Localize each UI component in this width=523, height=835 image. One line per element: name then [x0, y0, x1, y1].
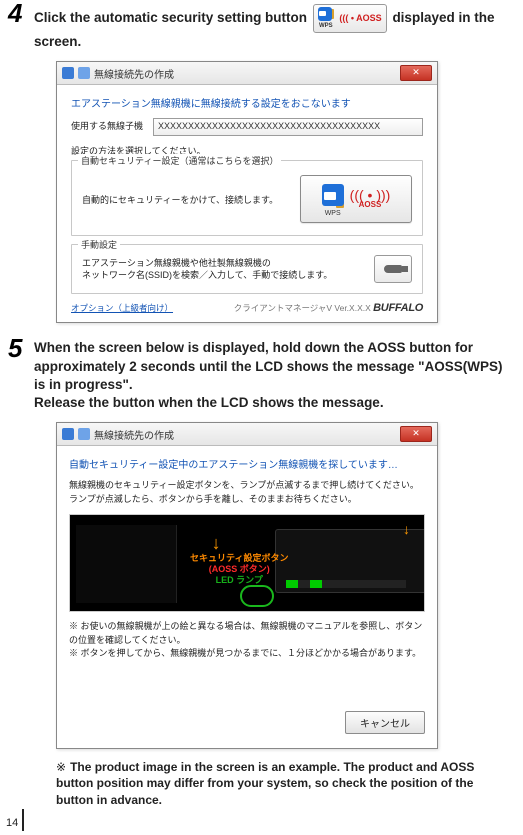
dialog2-note1: ※ お使いの無線親機が上の絵と異なる場合は、無線親機のマニュアルを参照し、ボタン… — [69, 620, 425, 647]
wps-icon — [318, 7, 332, 21]
dialog1-heading: エアステーション無線親機に無線接続する設定をおこないます — [71, 95, 423, 110]
cancel-button[interactable]: キャンセル — [345, 711, 425, 734]
aoss-wave-icon: ((( • — [339, 13, 354, 23]
dialog1-title: 無線接続先の作成 — [94, 66, 174, 81]
callout-labels: セキュリティ設定ボタン (AOSS ボタン) LED ランプ — [190, 553, 288, 585]
auto-security-groupbox: 自動セキュリティー設定（通常はこちらを選択） 自動的にセキュリティーをかけて、接… — [71, 160, 423, 236]
auto-security-button[interactable]: WPS ((( • ))) AOSS — [300, 175, 412, 223]
router-led-strip — [286, 580, 406, 588]
client-manager-version: クライアントマネージャV Ver.X.X.X — [234, 303, 371, 313]
wps-label: WPS — [319, 22, 333, 30]
aoss-wave-big-icon: ((( • ))) — [350, 190, 391, 200]
auto-group-title: 自動セキュリティー設定（通常はこちらを選択） — [78, 154, 281, 167]
auto-security-text: 自動的にセキュリティーをかけて、接続します。 — [82, 193, 300, 206]
aoss-label-inline: ((( • AOSS — [339, 12, 381, 24]
dialog2-instr-l1: 無線親機のセキュリティー設定ボタンを、ランプが点滅するまで押し続けてください。 — [69, 480, 419, 490]
inline-aoss-wps-button: WPS ((( • AOSS — [313, 4, 387, 33]
callout-security-button: セキュリティ設定ボタン — [190, 553, 288, 564]
dialog-create-wireless-connection-2: 無線接続先の作成 ✕ 自動セキュリティー設定中のエアステーション無線親機を探して… — [56, 422, 438, 749]
wps-icon-big — [322, 184, 344, 206]
app-icon — [62, 67, 74, 79]
post-note-text: The product image in the screen is an ex… — [56, 760, 474, 808]
dialog2-heading: 自動セキュリティー設定中のエアステーション無線親機を探しています… — [69, 456, 425, 471]
post-note: ※The product image in the screen is an e… — [56, 759, 505, 809]
titlebar: 無線接続先の作成 ✕ — [57, 62, 437, 85]
device-select[interactable]: XXXXXXXXXXXXXXXXXXXXXXXXXXXXXXXXXXXXX — [153, 118, 423, 136]
aoss-text: AOSS — [356, 13, 382, 23]
manual-connect-button[interactable] — [374, 255, 412, 283]
close-button-2[interactable]: ✕ — [400, 426, 432, 442]
note-mark: ※ — [56, 760, 66, 774]
dialog2-instr-l2: ランプが点滅したら、ボタンから手を離し、そのままお待ちください。 — [69, 494, 357, 504]
step4-instruction: Click the automatic security setting but… — [34, 4, 505, 51]
step-number-4: 4 — [8, 0, 22, 29]
manual-text-l1: エアステーション無線親機や他社製無線親機の — [82, 258, 271, 268]
dialog2-notes: ※ お使いの無線親機が上の絵と異なる場合は、無線親機のマニュアルを参照し、ボタン… — [69, 620, 425, 661]
manual-text-l2: ネットワーク名(SSID)を検索／入力して、手動で接続します。 — [82, 270, 332, 280]
step5-instruction: When the screen below is displayed, hold… — [34, 339, 505, 412]
callout-aoss-button: (AOSS ボタン) — [190, 564, 288, 575]
callout-arrow-icon-2: ↓ — [403, 521, 410, 537]
manual-group-title: 手動設定 — [78, 238, 120, 251]
step-number-5: 5 — [8, 333, 22, 364]
dialog-create-wireless-connection-1: 無線接続先の作成 ✕ エアステーション無線親機に無線接続する設定をおこないます … — [56, 61, 438, 323]
callout-led-lamp: LED ランプ — [190, 575, 288, 586]
options-advanced-link[interactable]: オプション（上級者向け） — [71, 302, 173, 314]
app-icon-2 — [62, 428, 74, 440]
dialog2-instructions: 無線親機のセキュリティー設定ボタンを、ランプが点滅するまで押し続けてください。 … — [69, 479, 425, 506]
page-number-bar — [22, 809, 24, 831]
device-label: 使用する無線子機 — [71, 119, 143, 132]
app-icon-secondary-2 — [78, 428, 90, 440]
close-button[interactable]: ✕ — [400, 65, 432, 81]
callout-arrow-icon: ↓ — [212, 533, 221, 554]
router-body — [275, 529, 425, 593]
key-icon — [384, 265, 402, 273]
step4-text-before: Click the automatic security setting but… — [34, 10, 307, 25]
buffalo-logo: BUFFALO — [373, 302, 423, 314]
dialog2-note2: ※ ボタンを押してから、無線親機が見つかるまでに、１分ほどかかる場合があります。 — [69, 647, 425, 661]
page-number: 14 — [6, 817, 18, 829]
app-icon-secondary — [78, 67, 90, 79]
led-highlight-circle — [240, 585, 274, 607]
titlebar-2: 無線接続先の作成 ✕ — [57, 423, 437, 446]
aoss-label-big: AOSS — [359, 200, 382, 209]
router-illustration: ↓ ↓ セキュリティ設定ボタン (AOSS ボタン) LED ランプ — [69, 514, 425, 612]
router-side-panel — [76, 525, 177, 603]
manual-text: エアステーション無線親機や他社製無線親機の ネットワーク名(SSID)を検索／入… — [82, 257, 332, 282]
wps-label-big: WPS — [325, 210, 341, 217]
dialog2-title: 無線接続先の作成 — [94, 427, 174, 442]
manual-groupbox: 手動設定 エアステーション無線親機や他社製無線親機の ネットワーク名(SSID)… — [71, 244, 423, 294]
